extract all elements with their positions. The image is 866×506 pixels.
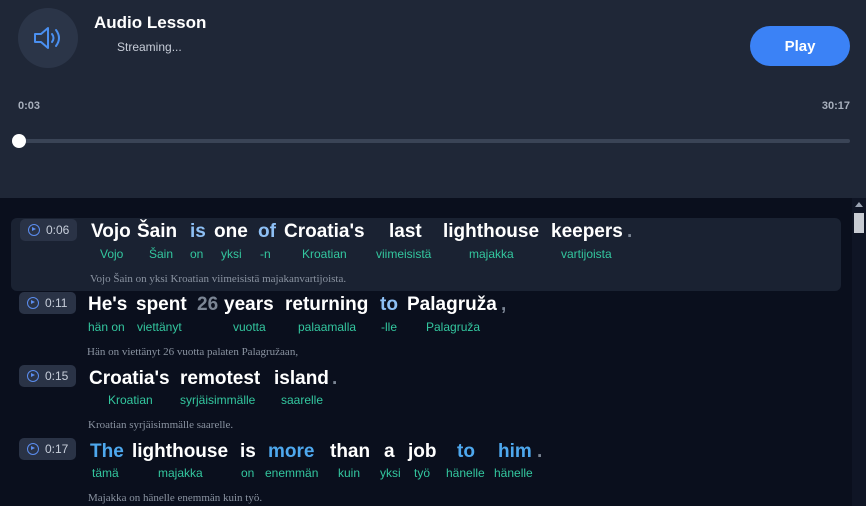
word[interactable]: to bbox=[380, 294, 398, 316]
gloss: vuotta bbox=[233, 320, 266, 334]
scroll-thumb[interactable] bbox=[854, 213, 864, 233]
timestamp-label: 0:17 bbox=[45, 442, 69, 456]
gloss: hänelle bbox=[494, 466, 533, 480]
gloss: hänelle bbox=[446, 466, 485, 480]
speaker-icon bbox=[34, 27, 60, 49]
gloss: viettänyt bbox=[137, 320, 182, 334]
transcript: 0:06 Vojo Šain is one of Croatia's last … bbox=[0, 198, 852, 506]
gloss: Kroatian bbox=[302, 247, 347, 261]
word[interactable]: Croatia's bbox=[284, 221, 365, 243]
gloss: Vojo bbox=[100, 247, 124, 261]
translation: Majakka on hänelle enemmän kuin työ. bbox=[88, 492, 263, 504]
progress-knob[interactable] bbox=[12, 134, 26, 148]
word[interactable]: than bbox=[330, 441, 370, 463]
gloss: -lle bbox=[381, 320, 398, 334]
word[interactable]: to bbox=[457, 441, 475, 463]
gloss: on bbox=[190, 247, 204, 261]
gloss: Šain bbox=[149, 247, 174, 261]
gloss: majakka bbox=[158, 466, 203, 480]
play-circle-icon bbox=[27, 370, 39, 382]
word[interactable]: last bbox=[389, 221, 422, 243]
word[interactable]: spent bbox=[136, 294, 187, 316]
gloss: yksi bbox=[221, 247, 242, 261]
word[interactable]: years bbox=[224, 294, 274, 316]
word[interactable]: Vojo bbox=[91, 221, 131, 243]
transcript-scrollbar[interactable] bbox=[852, 198, 866, 506]
word[interactable]: is bbox=[240, 441, 256, 463]
word[interactable]: lighthouse bbox=[443, 221, 539, 243]
translation: Vojo Šain on yksi Kroatian viimeisistä m… bbox=[90, 273, 347, 285]
word[interactable]: The bbox=[90, 441, 124, 463]
gloss: viimeisistä bbox=[376, 247, 432, 261]
word[interactable]: is bbox=[190, 221, 206, 243]
word[interactable]: Šain bbox=[137, 221, 177, 243]
segment-timestamp-button[interactable]: 0:11 bbox=[19, 292, 76, 314]
word[interactable]: island bbox=[274, 368, 329, 390]
gloss: tämä bbox=[92, 466, 119, 480]
gloss: yksi bbox=[380, 466, 401, 480]
play-button[interactable]: Play bbox=[750, 26, 850, 66]
segment-timestamp-button[interactable]: 0:15 bbox=[19, 365, 76, 387]
word[interactable]: Croatia's bbox=[89, 368, 170, 390]
gloss: on bbox=[241, 466, 255, 480]
word[interactable]: 26 bbox=[197, 294, 218, 316]
play-circle-icon bbox=[28, 224, 40, 236]
gloss: Kroatian bbox=[108, 393, 153, 407]
progress-bar[interactable] bbox=[18, 139, 850, 143]
speaker-button[interactable] bbox=[18, 8, 78, 68]
gloss: saarelle bbox=[281, 393, 324, 407]
gloss: Palagruža bbox=[426, 320, 481, 334]
word[interactable]: remotest bbox=[180, 368, 260, 390]
translation: Kroatian syrjäisimmälle saarelle. bbox=[88, 419, 234, 431]
gloss: majakka bbox=[469, 247, 514, 261]
current-time: 0:03 bbox=[18, 100, 41, 112]
punctuation: . bbox=[627, 221, 633, 242]
total-time: 30:17 bbox=[821, 100, 850, 112]
word[interactable]: He's bbox=[88, 294, 127, 316]
word[interactable]: a bbox=[384, 441, 395, 463]
timestamp-label: 0:06 bbox=[46, 223, 70, 237]
play-circle-icon bbox=[27, 443, 39, 455]
translation: Hän on viettänyt 26 vuotta palaten Palag… bbox=[87, 346, 299, 358]
word[interactable]: more bbox=[268, 441, 314, 463]
word[interactable]: keepers bbox=[551, 221, 623, 243]
play-circle-icon bbox=[27, 297, 39, 309]
word[interactable]: him bbox=[498, 441, 532, 463]
lesson-title: Audio Lesson bbox=[94, 13, 207, 32]
word[interactable]: job bbox=[408, 441, 437, 463]
segment-timestamp-button[interactable]: 0:17 bbox=[19, 438, 76, 460]
timestamp-label: 0:11 bbox=[45, 296, 68, 310]
word[interactable]: returning bbox=[285, 294, 368, 316]
word[interactable]: one bbox=[214, 221, 248, 243]
segment-timestamp-button[interactable]: 0:06 bbox=[20, 219, 77, 241]
punctuation: . bbox=[537, 441, 543, 462]
gloss: kuin bbox=[338, 466, 361, 480]
player-header: Audio Lesson Streaming... Play 0:03 30:1… bbox=[0, 0, 866, 198]
punctuation: . bbox=[332, 368, 338, 389]
timestamp-label: 0:15 bbox=[45, 369, 69, 383]
gloss: hän on bbox=[88, 320, 125, 334]
gloss: vartijoista bbox=[561, 247, 612, 261]
gloss: palaamalla bbox=[298, 320, 357, 334]
gloss: enemmän bbox=[265, 466, 319, 480]
punctuation: , bbox=[501, 294, 507, 315]
stream-status: Streaming... bbox=[117, 40, 182, 54]
gloss: työ bbox=[414, 466, 431, 480]
scroll-up-arrow-icon[interactable] bbox=[855, 202, 863, 207]
word[interactable]: Palagruža bbox=[407, 294, 497, 316]
word[interactable]: lighthouse bbox=[132, 441, 228, 463]
word[interactable]: of bbox=[258, 221, 276, 243]
gloss: syrjäisimmälle bbox=[180, 393, 256, 407]
gloss: -n bbox=[260, 247, 271, 261]
